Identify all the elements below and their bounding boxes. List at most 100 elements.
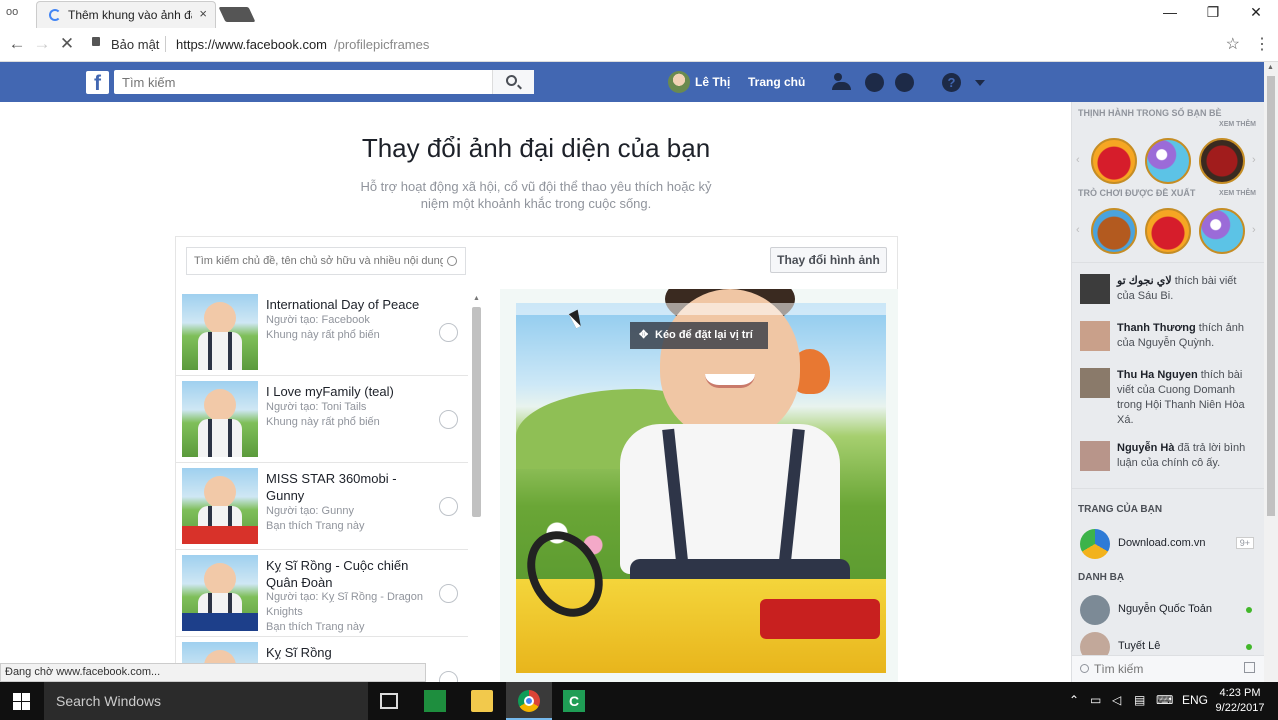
- frame-radio[interactable]: [439, 584, 458, 603]
- notifications-globe-icon[interactable]: [895, 73, 914, 92]
- list-item[interactable]: Kỵ Sĩ Rồng - Cuộc chiến Quân Đoàn Người …: [176, 550, 468, 637]
- address-bar[interactable]: Bảo mật https://www.facebook.com /profil…: [86, 32, 1246, 58]
- chrome-icon[interactable]: [518, 690, 540, 712]
- avatar: [1080, 321, 1110, 351]
- friend-requests-icon[interactable]: [832, 73, 851, 92]
- back-arrow-icon[interactable]: ←: [7, 34, 27, 54]
- list-item[interactable]: I Love myFamily (teal) Người tạo: Toni T…: [176, 376, 468, 463]
- volume-icon[interactable]: ◁: [1112, 693, 1121, 707]
- list-item[interactable]: International Day of Peace Người tạo: Fa…: [176, 289, 468, 376]
- frame-radio[interactable]: [439, 323, 458, 342]
- activity-text: Thanh Thương thích ảnh của Nguyễn Quỳnh.: [1117, 321, 1257, 351]
- list-item[interactable]: MISS STAR 360mobi - Gunny Người tạo: Gun…: [176, 463, 468, 550]
- game-bear-icon[interactable]: [1091, 208, 1137, 254]
- system-clock[interactable]: 4:23 PM 9/22/2017: [1212, 686, 1268, 716]
- new-message-icon[interactable]: [1244, 662, 1255, 673]
- file-explorer-icon[interactable]: [471, 690, 493, 712]
- contact-item[interactable]: Nguyễn Quốc Toản: [1080, 595, 1260, 625]
- tab-title: Thêm khung vào ảnh đại: [68, 8, 192, 22]
- url-path: /profilepicframes: [334, 37, 430, 52]
- show-hidden-icons-icon[interactable]: ⌃: [1069, 693, 1079, 707]
- game-bubble-icon[interactable]: [1145, 138, 1191, 184]
- game-candy-crush-icon[interactable]: [1145, 208, 1191, 254]
- windows-search-box[interactable]: Search Windows: [44, 682, 368, 720]
- new-tab-button[interactable]: [218, 7, 256, 22]
- windows-search-placeholder: Search Windows: [56, 693, 162, 709]
- contacts-heading: DANH BẠ: [1078, 572, 1125, 583]
- drag-tip-label: Kéo để đặt lại vị trí: [655, 329, 753, 341]
- see-more-link[interactable]: XEM THÊM: [1219, 121, 1256, 128]
- facebook-header: f Lê Thị Trang chủ ?: [0, 62, 1264, 102]
- keyboard-icon[interactable]: ⌨: [1156, 693, 1173, 707]
- task-view-icon[interactable]: [380, 693, 398, 709]
- contact-name: Tuyết Lê: [1118, 640, 1161, 652]
- scrollbar-thumb[interactable]: [1267, 76, 1275, 516]
- loading-spinner-icon: [49, 9, 61, 21]
- move-icon: ✥: [639, 329, 649, 341]
- see-more-link[interactable]: XEM THÊM: [1219, 190, 1256, 197]
- page-item[interactable]: Download.com.vn 9+: [1080, 529, 1260, 559]
- frame-radio[interactable]: [439, 410, 458, 429]
- chevron-left-icon[interactable]: ‹: [1076, 224, 1080, 236]
- frame-search: [186, 247, 466, 275]
- frame-creator: Người tạo: Facebook: [266, 314, 370, 326]
- preview-car-plate: [760, 599, 880, 639]
- frame-info: Khung này rất phổ biến: [266, 329, 380, 341]
- chevron-left-icon[interactable]: ‹: [1076, 154, 1080, 166]
- account-menu-caret-icon[interactable]: [975, 80, 985, 86]
- scrollbar-thumb[interactable]: [472, 307, 481, 517]
- your-pages-heading: TRANG CỦA BẠN: [1078, 504, 1163, 515]
- forward-arrow-icon[interactable]: →: [32, 34, 52, 54]
- facebook-search-input[interactable]: [114, 70, 494, 94]
- home-link[interactable]: Trang chủ: [748, 75, 805, 89]
- profile-picture-preview[interactable]: ✥ Kéo để đặt lại vị trí: [500, 289, 898, 683]
- help-icon[interactable]: ?: [942, 73, 961, 92]
- camtasia-icon[interactable]: C: [563, 690, 585, 712]
- frame-picker-panel: Thay đổi hình ảnh International Day of P…: [175, 236, 898, 683]
- bookmark-star-icon[interactable]: ☆: [1226, 34, 1240, 54]
- frame-creator: Người tạo: Toni Tails: [266, 401, 367, 413]
- omnibox-divider: [165, 36, 166, 52]
- maximize-button[interactable]: ❐: [1193, 4, 1233, 21]
- language-indicator[interactable]: ENG: [1182, 693, 1208, 707]
- browser-toolbar: ← → ✕ Bảo mật https://www.facebook.com /…: [0, 28, 1278, 62]
- avatar: [1080, 595, 1110, 625]
- page-scrollbar[interactable]: ▲: [1264, 62, 1278, 682]
- activity-actor: Thanh Thương: [1117, 322, 1196, 334]
- messenger-icon[interactable]: [865, 73, 884, 92]
- browser-tab[interactable]: Thêm khung vào ảnh đại ×: [36, 1, 216, 28]
- chat-search-input[interactable]: [1094, 660, 1234, 678]
- chrome-menu-icon[interactable]: ⋮: [1254, 34, 1270, 54]
- battery-icon[interactable]: ▭: [1090, 693, 1101, 707]
- change-image-button[interactable]: Thay đổi hình ảnh: [770, 247, 887, 273]
- minimize-button[interactable]: —: [1150, 4, 1190, 20]
- lock-icon: [92, 37, 100, 46]
- game-bubble-icon[interactable]: [1199, 208, 1245, 254]
- page-name: Download.com.vn: [1118, 537, 1206, 549]
- stop-icon[interactable]: ✕: [57, 34, 77, 54]
- search-icon: [506, 75, 517, 86]
- frame-radio[interactable]: [439, 497, 458, 516]
- close-window-button[interactable]: ✕: [1236, 4, 1276, 21]
- frame-name: I Love myFamily (teal): [266, 384, 394, 399]
- frame-list-scrollbar[interactable]: ▲: [471, 295, 482, 683]
- facebook-logo-icon[interactable]: f: [86, 71, 109, 95]
- activity-text: لاي نجوك تو thích bài viết của Sáu Bi.: [1117, 274, 1257, 304]
- scroll-up-arrow-icon[interactable]: ▲: [1267, 64, 1274, 71]
- notification-icon[interactable]: ▤: [1134, 693, 1145, 707]
- app-icon[interactable]: [424, 690, 446, 712]
- chevron-right-icon[interactable]: ›: [1252, 154, 1256, 166]
- windows-start-icon[interactable]: [13, 693, 30, 710]
- game-dragon-icon[interactable]: [1199, 138, 1245, 184]
- avatar: [1080, 274, 1110, 304]
- page-title: Thay đổi ảnh đại diện của bạn: [361, 133, 711, 163]
- frame-name: Kỵ Sĩ Rồng - Cuộc chiến Quân Đoàn: [266, 558, 409, 590]
- search-button[interactable]: [492, 70, 534, 94]
- scroll-up-arrow-icon[interactable]: ▲: [473, 295, 480, 302]
- frame-search-input[interactable]: [187, 248, 443, 274]
- game-candy-crush-icon[interactable]: [1091, 138, 1137, 184]
- chrome-profile-icon[interactable]: oo: [6, 6, 24, 20]
- tab-close-icon[interactable]: ×: [199, 6, 207, 21]
- preview-smile: [705, 374, 755, 388]
- chevron-right-icon[interactable]: ›: [1252, 224, 1256, 236]
